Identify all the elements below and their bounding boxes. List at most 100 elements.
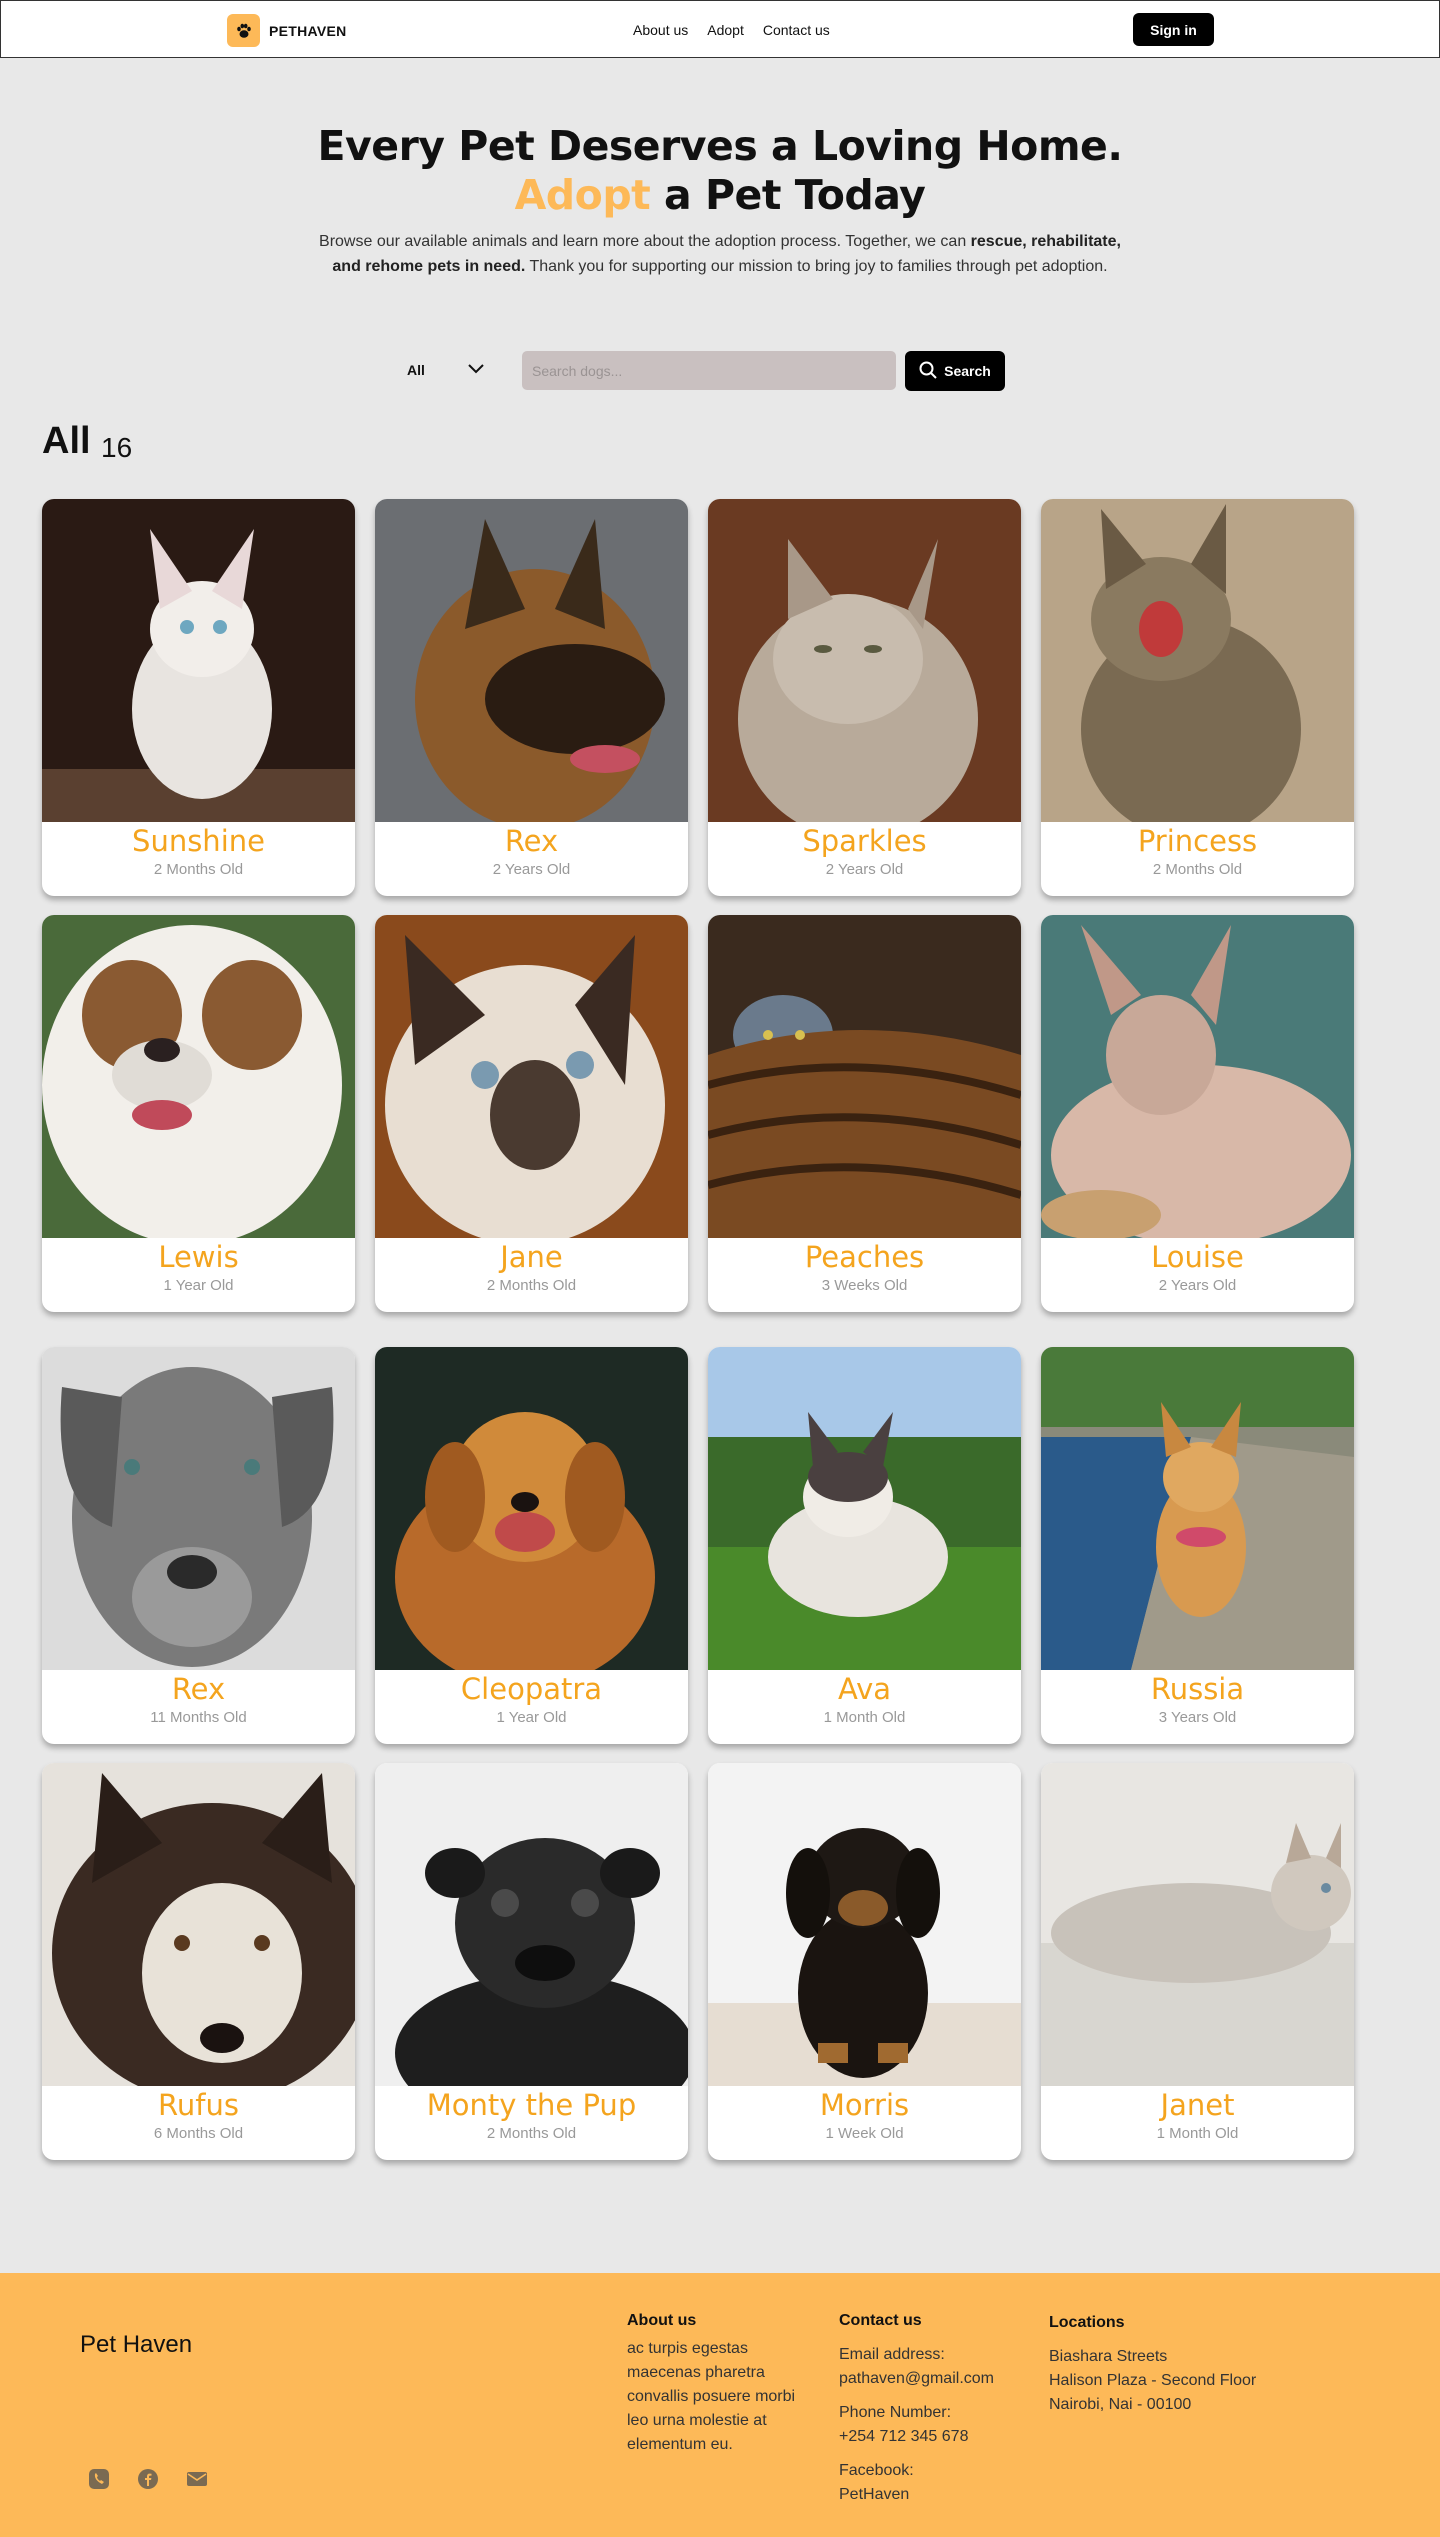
pet-photo: [375, 499, 688, 829]
pet-card[interactable]: Sparkles 2 Years Old: [708, 499, 1021, 896]
nav-links: About us Adopt Contact us: [633, 22, 830, 38]
pet-name: Russia: [1150, 1672, 1245, 1706]
search-input[interactable]: [522, 351, 896, 390]
search-button[interactable]: Search: [905, 351, 1005, 391]
pet-age: 2 Months Old: [1152, 861, 1243, 878]
pet-name: Jane: [500, 1240, 563, 1274]
search-button-label: Search: [944, 363, 991, 379]
pet-age: 11 Months Old: [150, 1709, 247, 1726]
pet-photo: [42, 1763, 355, 2103]
pet-card[interactable]: Monty the Pup 2 Months Old: [375, 1763, 688, 2160]
footer-phone[interactable]: +254 712 345 678: [839, 2425, 1039, 2449]
pet-name: Louise: [1151, 1240, 1244, 1274]
navbar: PETHAVEN About us Adopt Contact us Sign …: [0, 0, 1440, 58]
hero-title: Every Pet Deserves a Loving Home. Adopt …: [0, 122, 1440, 220]
pet-age: 1 Year Old: [496, 1709, 567, 1726]
chevron-down-icon: [467, 362, 485, 378]
sign-in-button[interactable]: Sign in: [1133, 13, 1214, 46]
facebook-icon[interactable]: [137, 2468, 159, 2490]
pet-card[interactable]: Rex 2 Years Old: [375, 499, 688, 896]
pet-age: 2 Years Old: [825, 861, 904, 878]
footer-about: About us ac turpis egestas maecenas phar…: [627, 2309, 817, 2457]
pet-card[interactable]: Rufus 6 Months Old: [42, 1763, 355, 2160]
footer-email[interactable]: pathaven@gmail.com: [839, 2367, 1039, 2391]
pet-age: 2 Months Old: [153, 861, 244, 878]
pet-name: Sunshine: [132, 824, 265, 858]
pet-age: 2 Months Old: [486, 1277, 577, 1294]
pet-age: 1 Week Old: [825, 2125, 904, 2142]
pet-photo: [708, 1763, 1021, 2086]
nav-link-adopt[interactable]: Adopt: [707, 22, 744, 38]
footer-contact: Contact us Email address: pathaven@gmail…: [839, 2309, 1039, 2507]
pet-name: Rex: [171, 1672, 226, 1706]
pet-age: 1 Month Old: [1156, 2125, 1239, 2142]
pet-name: Peaches: [804, 1240, 925, 1274]
pet-age: 6 Months Old: [153, 2125, 244, 2142]
mail-icon[interactable]: [186, 2468, 208, 2490]
brand[interactable]: PETHAVEN: [227, 14, 347, 47]
pet-card[interactable]: Morris 1 Week Old: [708, 1763, 1021, 2160]
section-count: 16: [101, 432, 133, 463]
pet-age: 2 Years Old: [492, 861, 571, 878]
pet-age: 3 Weeks Old: [821, 1277, 908, 1294]
pet-name: Janet: [1160, 2088, 1235, 2122]
footer-facebook[interactable]: PetHaven: [839, 2483, 1039, 2507]
footer-about-text: ac turpis egestas maecenas pharetra conv…: [627, 2340, 796, 2453]
pet-card[interactable]: Sunshine 2 Months Old: [42, 499, 355, 896]
footer-locations: Locations Biashara Streets Halison Plaza…: [1049, 2311, 1309, 2417]
section-title: All: [42, 420, 91, 462]
hero-description: Browse our available animals and learn m…: [308, 229, 1132, 279]
pet-photo: [42, 915, 355, 1245]
pet-card[interactable]: Janet 1 Month Old: [1041, 1763, 1354, 2160]
pet-age: 3 Years Old: [1158, 1709, 1237, 1726]
nav-link-contact[interactable]: Contact us: [763, 22, 830, 38]
footer-locations-title: Locations: [1049, 2314, 1125, 2331]
pet-photo: [375, 1347, 688, 1687]
pet-card[interactable]: Lewis 1 Year Old: [42, 915, 355, 1312]
footer-location-line: Biashara Streets: [1049, 2348, 1168, 2365]
pet-card[interactable]: Louise 2 Years Old: [1041, 915, 1354, 1312]
pet-age: 2 Months Old: [486, 2125, 577, 2142]
footer-location-line: Nairobi, Nai - 00100: [1049, 2396, 1192, 2413]
hero-title-line1: Every Pet Deserves a Loving Home.: [317, 122, 1123, 170]
pet-name: Rex: [504, 824, 559, 858]
hero-desc-part2: Thank you for supporting our mission to …: [525, 258, 1108, 275]
hero-title-accent: Adopt: [514, 171, 651, 219]
pet-photo: [42, 1347, 355, 1670]
pet-name: Princess: [1137, 824, 1258, 858]
pet-card[interactable]: Russia 3 Years Old: [1041, 1347, 1354, 1744]
pet-name: Ava: [837, 1672, 892, 1706]
hero-desc-part1: Browse our available animals and learn m…: [319, 233, 971, 250]
pet-card[interactable]: Ava 1 Month Old: [708, 1347, 1021, 1744]
nav-link-about[interactable]: About us: [633, 22, 688, 38]
pet-name: Sparkles: [802, 824, 927, 858]
footer: Pet Haven About us ac turpis egestas mae…: [0, 2273, 1440, 2537]
pet-name: Monty the Pup: [426, 2088, 637, 2122]
phone-icon[interactable]: [88, 2468, 110, 2490]
pet-name: Rufus: [158, 2088, 239, 2122]
pet-card[interactable]: Princess 2 Months Old: [1041, 499, 1354, 896]
footer-facebook-label: Facebook:: [839, 2462, 914, 2479]
pet-name: Morris: [819, 2088, 910, 2122]
footer-social-icons: [88, 2468, 208, 2490]
pet-age: 1 Month Old: [823, 1709, 906, 1726]
pet-name: Cleopatra: [460, 1672, 603, 1706]
pet-photo: [375, 1763, 688, 2133]
pet-photo: [708, 915, 1021, 1238]
pet-photo: [1041, 915, 1354, 1245]
pet-card[interactable]: Rex 11 Months Old: [42, 1347, 355, 1744]
pet-card[interactable]: Cleopatra 1 Year Old: [375, 1347, 688, 1744]
footer-location-line: Halison Plaza - Second Floor: [1049, 2372, 1257, 2389]
category-select[interactable]: All: [395, 352, 495, 388]
search-icon: [919, 361, 937, 382]
pet-card[interactable]: Jane 2 Months Old: [375, 915, 688, 1312]
footer-email-label: Email address:: [839, 2346, 945, 2363]
pet-photo: [1041, 499, 1354, 839]
hero-title-line2: Adopt a Pet Today: [0, 171, 1440, 220]
pet-age: 2 Years Old: [1158, 1277, 1237, 1294]
pet-photo: [708, 1347, 1021, 1670]
brand-name: PETHAVEN: [269, 22, 347, 39]
pet-photo: [708, 499, 1021, 839]
pet-photo: [1041, 1347, 1354, 1670]
pet-card[interactable]: Peaches 3 Weeks Old: [708, 915, 1021, 1312]
